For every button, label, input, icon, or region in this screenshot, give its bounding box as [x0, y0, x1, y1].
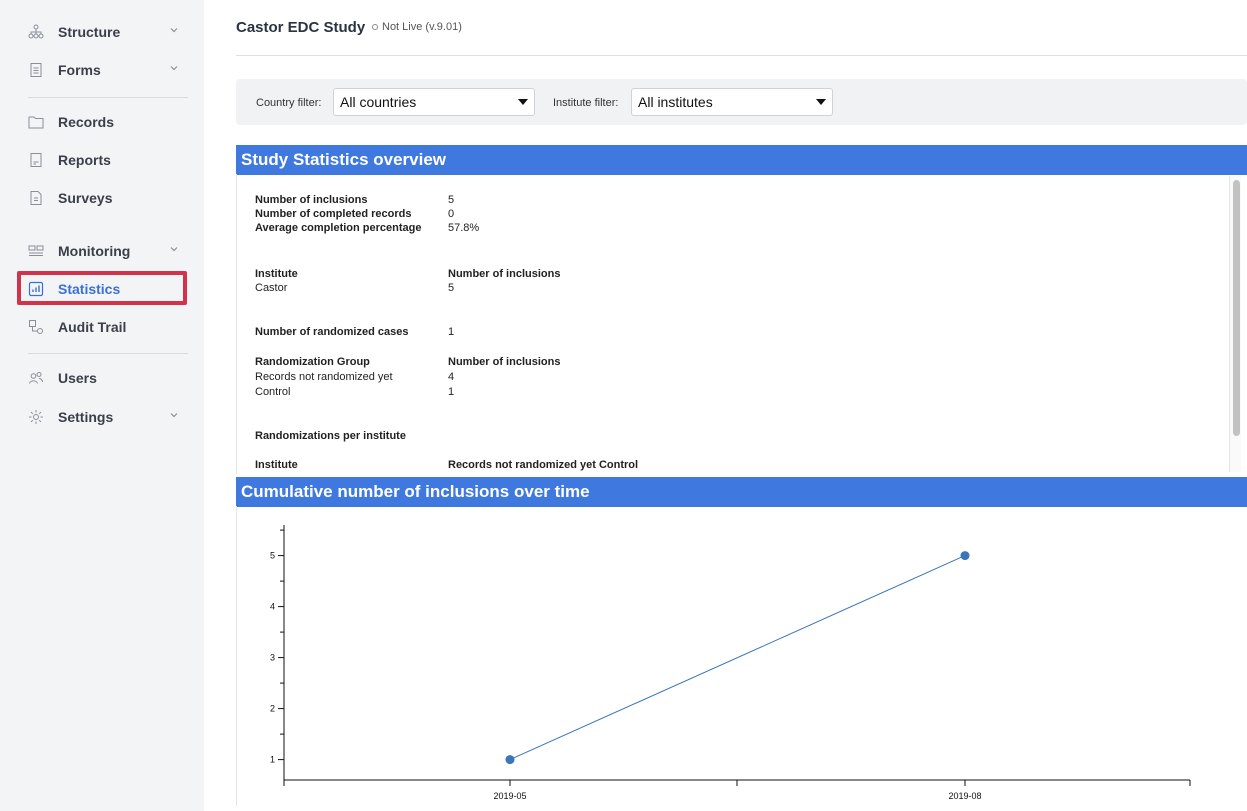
x-tick-label: 2019-08 — [948, 791, 981, 801]
caret-down-icon — [518, 99, 528, 105]
chevron-down-icon — [170, 413, 178, 418]
table-header: Number of inclusions — [448, 356, 561, 368]
sidebar-item-monitoring[interactable]: Monitoring — [28, 239, 188, 263]
sidebar-item-label: Reports — [58, 152, 111, 168]
data-point — [960, 551, 970, 561]
table-cell: Control — [255, 386, 291, 398]
chart-section-header: Cumulative number of inclusions over tim… — [236, 477, 1247, 507]
sidebar-item-label: Structure — [58, 24, 121, 40]
sidebar-item-label: Settings — [58, 409, 114, 425]
y-tick-label: 4 — [270, 602, 275, 612]
country-filter-label: Country filter: — [256, 97, 322, 109]
statistics-highlight-frame — [17, 271, 187, 305]
sidebar-item-label: Users — [58, 370, 97, 386]
sidebar-item-surveys[interactable]: Surveys — [28, 186, 188, 210]
stat-label: Number of randomized cases — [255, 326, 409, 338]
table-cell: 4 — [448, 371, 455, 383]
table-cell: Castor — [255, 282, 288, 294]
table-header: Records not randomized yet Control — [448, 459, 639, 471]
nav-divider — [28, 97, 188, 98]
study-status: Not Live (v.9.01) — [372, 21, 462, 33]
sidebar-item-label: Records — [58, 114, 115, 130]
status-badge: Not Live (v.9.01) — [382, 21, 462, 33]
sidebar-item-users[interactable]: Users — [28, 366, 188, 390]
table-header: Randomization Group — [255, 356, 370, 368]
table-cell: Records not randomized yet — [255, 371, 393, 383]
chart-area: 1 2 3 4 5 2019-05 2019-08 — [236, 506, 1247, 806]
country-filter-value: All countries — [340, 94, 417, 110]
survey-icon — [28, 190, 44, 206]
institute-filter-label: Institute filter: — [553, 97, 619, 109]
stat-value: 57.8% — [448, 222, 480, 234]
nav-divider — [28, 353, 188, 354]
sidebar-item-reports[interactable]: Reports — [28, 148, 188, 172]
chevron-down-icon — [170, 28, 178, 33]
x-tick-label: 2019-05 — [493, 791, 526, 801]
stat-label: Average completion percentage — [255, 222, 422, 234]
status-dot-icon — [372, 24, 378, 30]
inclusions-line-chart: 1 2 3 4 5 2019-05 2019-08 — [270, 525, 1191, 801]
monitoring-icon — [28, 243, 44, 259]
sidebar-item-settings[interactable]: Settings — [28, 405, 188, 429]
sidebar-item-label: Monitoring — [58, 243, 131, 259]
sidebar-item-label: Forms — [58, 62, 101, 78]
gear-icon — [28, 409, 44, 425]
institute-filter-select[interactable]: All institutes — [631, 88, 833, 116]
y-tick-label: 5 — [270, 551, 275, 561]
y-tick-label: 1 — [270, 755, 275, 765]
country-filter-select[interactable]: All countries — [333, 88, 535, 116]
stats-scrollbar-thumb[interactable] — [1233, 180, 1240, 436]
stat-value: 0 — [448, 208, 455, 220]
table-cell: 5 — [448, 282, 455, 294]
data-point — [505, 755, 515, 765]
page-title: Castor EDC Study — [236, 19, 366, 36]
chevron-down-icon — [170, 66, 178, 71]
sidebar-item-label: Audit Trail — [58, 319, 127, 335]
chevron-down-icon — [170, 247, 178, 252]
forms-icon — [28, 62, 44, 78]
table-header: Institute — [255, 268, 298, 280]
sidebar-item-audit-trail[interactable]: Audit Trail — [28, 315, 188, 339]
table-header: Number of inclusions — [448, 268, 561, 280]
stat-label: Number of completed records — [255, 208, 412, 220]
y-tick-label: 2 — [270, 704, 275, 714]
structure-icon — [28, 24, 44, 40]
users-icon — [28, 370, 44, 386]
folder-icon — [28, 114, 44, 130]
section-subtitle: Randomizations per institute — [255, 430, 406, 442]
series-line — [509, 555, 966, 761]
sidebar-item-records[interactable]: Records — [28, 110, 188, 134]
stat-value: 1 — [448, 326, 455, 338]
table-header: Institute — [255, 459, 298, 471]
header-divider — [236, 55, 1247, 56]
table-cell: 1 — [448, 386, 455, 398]
y-tick-label: 3 — [270, 653, 275, 663]
audit-trail-icon — [28, 319, 44, 335]
institute-filter-value: All institutes — [638, 94, 713, 110]
stat-label: Number of inclusions — [255, 194, 368, 206]
stat-value: 5 — [448, 194, 455, 206]
sidebar-item-label: Surveys — [58, 190, 113, 206]
stats-section-header: Study Statistics overview — [236, 145, 1247, 175]
caret-down-icon — [816, 99, 826, 105]
sidebar-item-forms[interactable]: Forms — [28, 58, 188, 82]
report-icon — [28, 152, 44, 168]
sidebar: Structure Forms Records Reports Surveys … — [0, 0, 204, 811]
sidebar-item-structure[interactable]: Structure — [28, 20, 188, 44]
